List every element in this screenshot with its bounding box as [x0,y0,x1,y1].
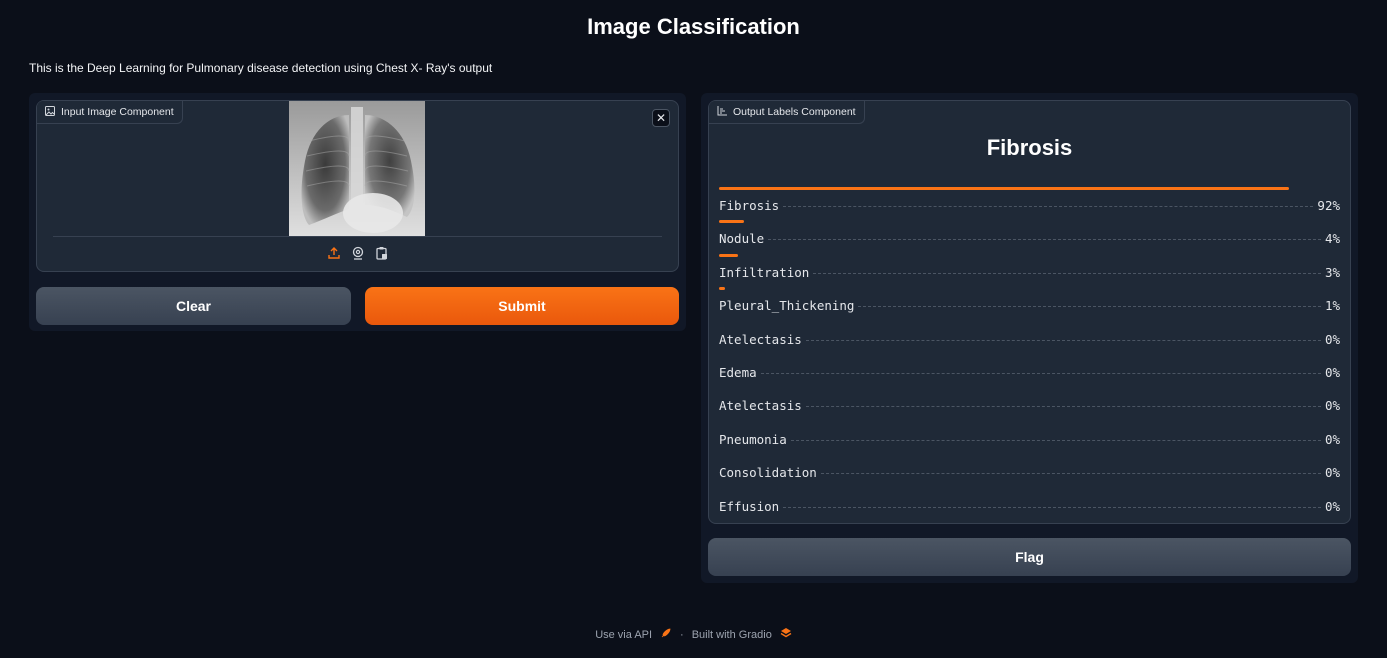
confidence-list: Fibrosis 92% Nodule 4% Infiltration 3% Pleural… [719,186,1340,520]
confidence-line: Fibrosis 92% [719,198,1340,213]
confidence-line: Edema 0% [719,365,1340,380]
confidence-line: Nodule 4% [719,231,1340,246]
confidence-value: 0% [1324,498,1340,514]
confidence-leader [783,506,1321,508]
close-icon[interactable]: ✕ [652,109,670,127]
confidence-leader [790,439,1321,441]
confidence-line: Atelectasis 0% [719,398,1340,413]
use-via-api-link[interactable]: Use via API [595,629,652,641]
confidence-label: Atelectasis [719,331,802,347]
clipboard-icon[interactable] [375,246,389,260]
confidence-value: 0% [1324,331,1340,347]
webcam-icon[interactable] [351,246,365,260]
confidence-row: Effusion 0% [719,487,1340,520]
confidence-bar [719,287,726,291]
submit-button[interactable]: Submit [365,287,679,325]
confidence-leader [813,272,1321,274]
output-labels-block: Output Labels Component Fibrosis Fibrosi… [708,100,1351,524]
confidence-value: 1% [1324,298,1340,314]
chest-xray-image [289,101,425,237]
input-block-label: Input Image Component [37,101,183,124]
upload-icon[interactable] [327,246,341,260]
confidence-bar [719,187,1289,190]
confidence-row: Edema 0% [719,353,1340,386]
confidence-value: 4% [1324,231,1340,247]
confidence-row: Nodule 4% [719,219,1340,252]
divider [53,236,662,237]
input-block-label-text: Input Image Component [61,106,174,118]
output-column: Output Labels Component Fibrosis Fibrosi… [701,93,1358,583]
confidence-label: Atelectasis [719,398,802,414]
confidence-value: 0% [1324,431,1340,447]
confidence-label: Nodule [719,231,765,247]
confidence-line: Pleural_Thickening 1% [719,298,1340,313]
output-block-label: Output Labels Component [709,101,865,124]
image-source-toolbar [37,246,678,260]
confidence-row: Pleural_Thickening 1% [719,286,1340,319]
confidence-label: Pleural_Thickening [719,298,855,314]
confidence-row: Fibrosis 92% [719,186,1340,219]
confidence-leader [783,206,1314,207]
confidence-row: Pneumonia 0% [719,420,1340,453]
confidence-leader [805,406,1321,408]
confidence-label: Consolidation [719,465,817,481]
confidence-label: Infiltration [719,264,810,280]
bar-chart-icon [717,105,727,119]
confidence-label: Edema [719,364,757,380]
confidence-leader [760,372,1321,374]
footer: Use via API · Built with Gradio [0,627,1387,642]
built-with-gradio-link[interactable]: Built with Gradio [692,629,772,641]
footer-separator: · [680,628,684,641]
confidence-leader [820,473,1321,475]
confidence-line: Consolidation 0% [719,465,1340,480]
output-block-label-text: Output Labels Component [733,106,856,118]
confidence-label: Fibrosis [719,198,780,213]
image-icon [45,105,55,119]
confidence-leader [805,339,1321,341]
confidence-value: 3% [1324,264,1340,280]
input-image-block[interactable]: Input Image Component ✕ [36,100,679,272]
confidence-value: 92% [1317,198,1340,213]
confidence-label: Effusion [719,498,780,514]
confidence-bar [719,220,744,224]
clear-button[interactable]: Clear [36,287,351,325]
confidence-row: Consolidation 0% [719,453,1340,486]
gradio-logo-icon [780,627,792,642]
input-column: Input Image Component ✕ Clear Submit [29,93,686,331]
confidence-leader [858,306,1321,308]
confidence-line: Infiltration 3% [719,265,1340,280]
confidence-bar [719,253,738,257]
confidence-value: 0% [1324,364,1340,380]
page-title: Image Classification [587,14,800,39]
confidence-line: Atelectasis 0% [719,332,1340,347]
confidence-line: Pneumonia 0% [719,432,1340,447]
confidence-value: 0% [1324,398,1340,414]
confidence-row: Infiltration 3% [719,253,1340,286]
predicted-label: Fibrosis [986,135,1073,160]
confidence-label: Pneumonia [719,431,787,447]
confidence-row: Atelectasis 0% [719,320,1340,353]
flag-button[interactable]: Flag [708,538,1351,576]
page-description: This is the Deep Learning for Pulmonary … [29,61,493,75]
confidence-row: Atelectasis 0% [719,386,1340,419]
confidence-line: Effusion 0% [719,499,1340,514]
confidence-value: 0% [1324,465,1340,481]
confidence-leader [768,239,1321,241]
rocket-icon [660,627,672,642]
